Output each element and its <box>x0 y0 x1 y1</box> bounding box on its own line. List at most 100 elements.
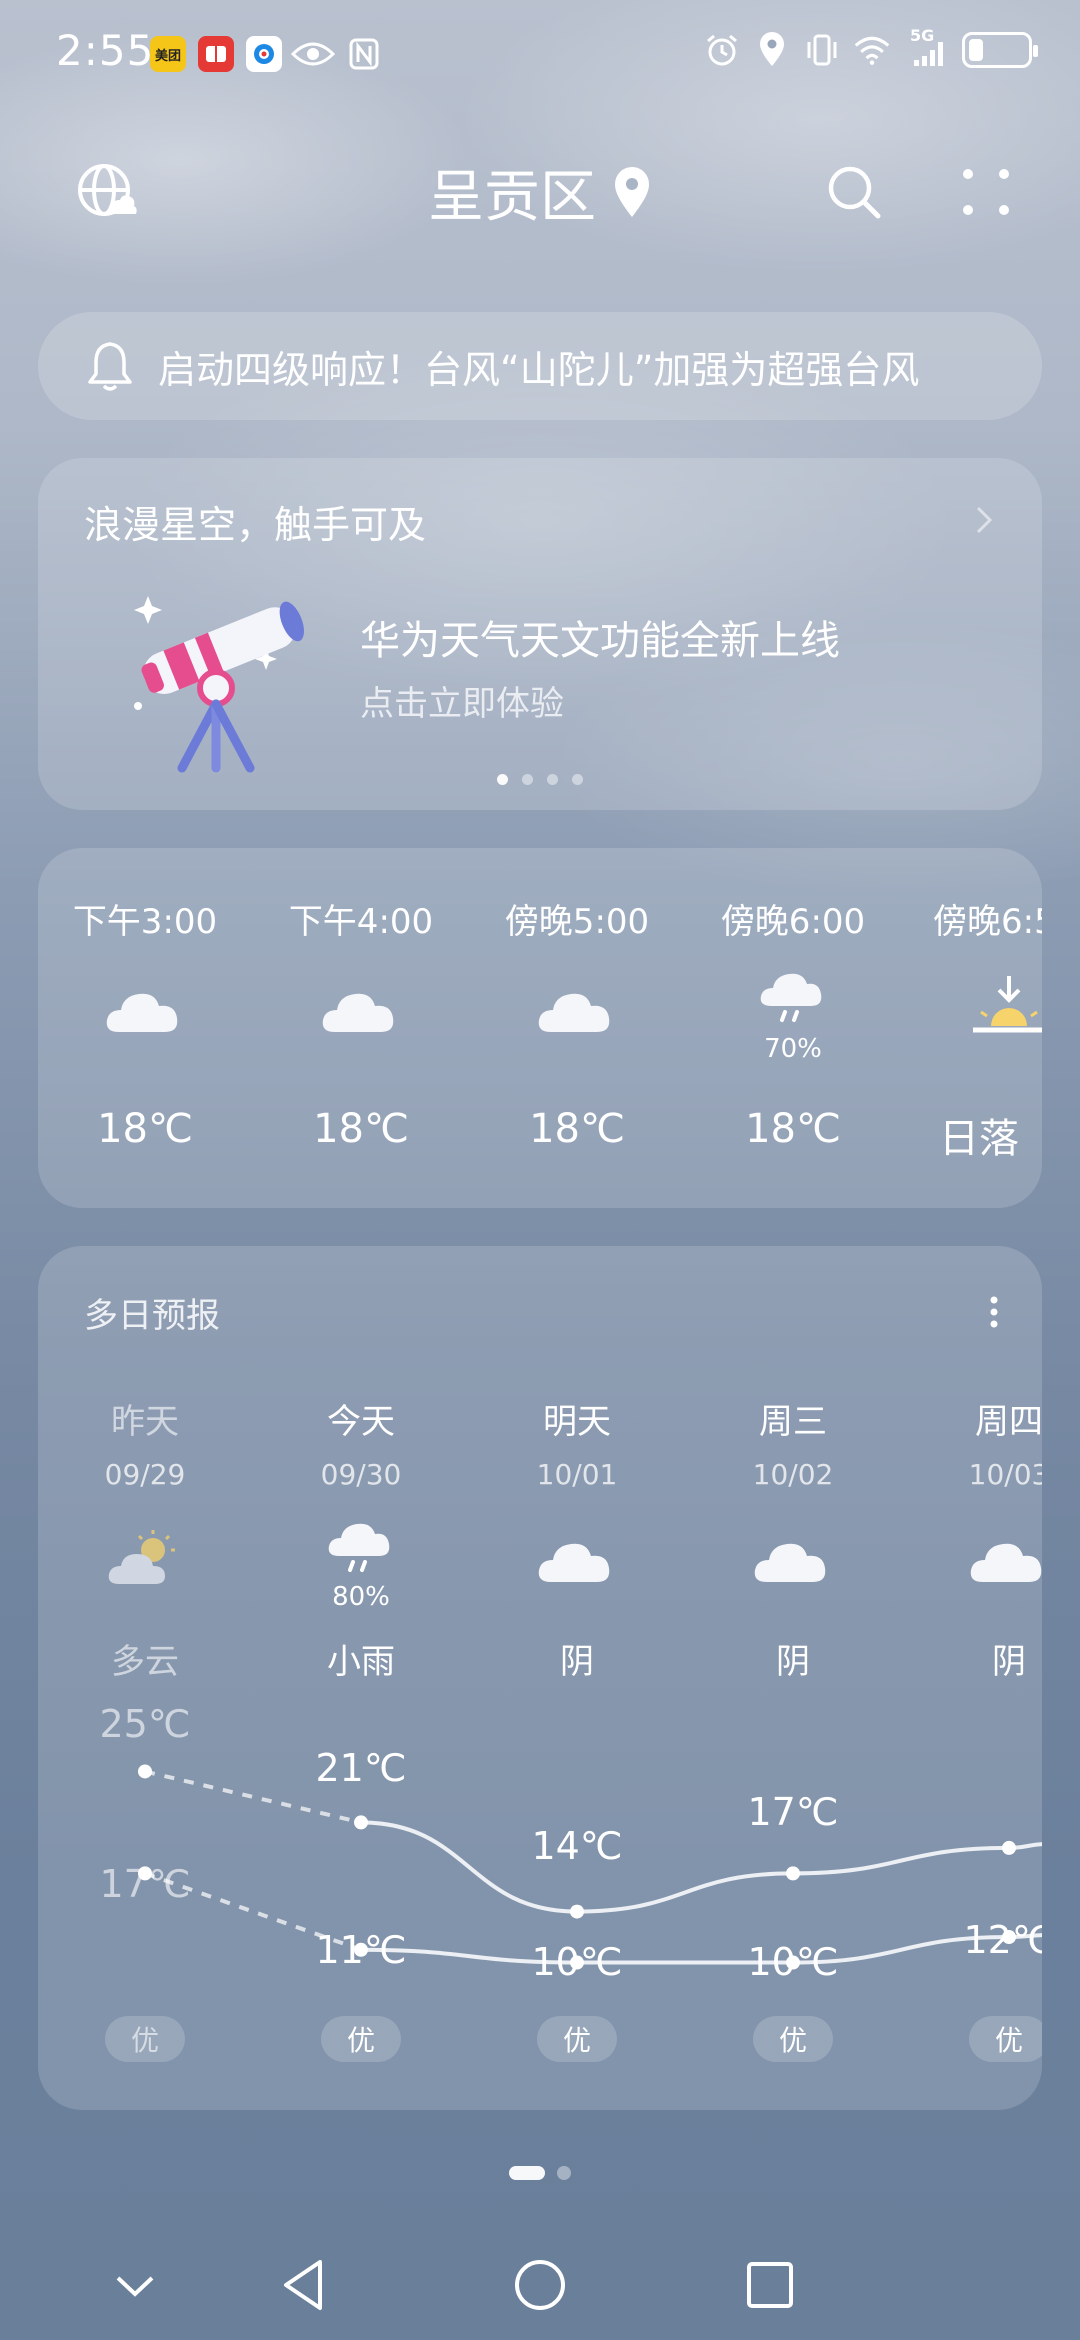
day-low-temp: 10℃ <box>531 1940 623 1984</box>
day-condition: 阴 <box>560 1642 594 1682</box>
aqi-badge: 优 <box>537 2016 617 2062</box>
day-date: 10/02 <box>752 1458 834 1491</box>
aqi-badge: 优 <box>969 2016 1042 2062</box>
day-high-temp: 14℃ <box>531 1824 623 1868</box>
hourly-forecast-card[interactable]: 下午3:00 18℃ 下午4:00 18℃ 傍晚5:00 18℃ 傍晚6:00 … <box>38 848 1042 1208</box>
home-icon[interactable] <box>505 2250 575 2320</box>
hour-time: 傍晚6:00 <box>720 902 866 942</box>
carousel-dots <box>38 774 1042 785</box>
aqi-badge: 优 <box>321 2016 401 2062</box>
status-time: 2:55 <box>56 26 155 75</box>
day-column[interactable]: 今天 09/30 80% 小雨 21℃ 11℃ 优 <box>261 1246 461 2110</box>
search-icon <box>828 166 881 219</box>
search-button[interactable] <box>824 162 884 222</box>
telescope-icon <box>134 596 304 773</box>
chevron-right-icon[interactable] <box>972 502 996 538</box>
alert-text: 启动四级响应！台风“山陀儿”加强为超强台风 <box>158 347 920 392</box>
cellular-signal-icon: 5G <box>904 26 948 70</box>
bell-icon <box>88 342 132 391</box>
hour-time: 傍晚6:5 <box>933 902 1042 942</box>
nfc-icon <box>346 36 382 72</box>
hour-temp: 18℃ <box>745 1106 841 1152</box>
day-name: 周三 <box>759 1402 827 1442</box>
hour-temp: 18℃ <box>313 1106 409 1152</box>
app-header: 呈贡区 <box>0 140 1080 240</box>
day-condition: 阴 <box>992 1642 1026 1682</box>
hour-time: 傍晚5:00 <box>504 902 650 942</box>
overcast-icon <box>754 1543 826 1582</box>
overcast-icon <box>970 1543 1042 1582</box>
overcast-icon <box>538 1543 610 1582</box>
day-low-temp: 11℃ <box>315 1928 407 1972</box>
sunset-label: 日落 <box>939 1116 1019 1162</box>
cloudy-icon <box>106 993 178 1032</box>
hour-time: 下午3:00 <box>72 902 218 942</box>
day-name: 周四 <box>975 1402 1042 1442</box>
more-menu-button[interactable] <box>956 162 1016 222</box>
day-condition: 阴 <box>776 1642 810 1682</box>
page-dot <box>557 2166 571 2180</box>
promo-title: 浪漫星空，触手可及 <box>84 503 427 547</box>
network-type: 5G <box>910 26 935 45</box>
cloudy-icon <box>322 993 394 1032</box>
carousel-dot <box>547 774 558 785</box>
day-condition: 多云 <box>111 1642 179 1682</box>
hour-precip-prob: 70% <box>764 1034 822 1064</box>
day-column[interactable]: 昨天 09/29 多云 25℃ 17℃ 优 <box>45 1246 245 2110</box>
hour-temp: 18℃ <box>529 1106 625 1152</box>
recents-icon[interactable] <box>735 2250 805 2320</box>
hour-time: 下午4:00 <box>288 902 434 942</box>
system-nav-bar <box>0 2230 1080 2340</box>
battery-icon <box>962 32 1038 68</box>
day-date: 09/29 <box>104 1458 186 1491</box>
location-status-icon <box>754 30 790 70</box>
day-name: 今天 <box>327 1402 395 1442</box>
page-indicator <box>0 2166 1080 2180</box>
aqi-badge: 优 <box>105 2016 185 2062</box>
city-title[interactable]: 呈贡区 <box>428 152 596 233</box>
day-low-temp: 17℃ <box>99 1862 191 1906</box>
day-condition: 小雨 <box>327 1642 395 1682</box>
day-name: 明天 <box>543 1402 611 1442</box>
alarm-icon <box>704 30 740 70</box>
weather-alert-banner[interactable]: 启动四级响应！台风“山陀儿”加强为超强台风 <box>38 312 1042 420</box>
day-high-temp: 25℃ <box>99 1702 191 1746</box>
carousel-dot <box>522 774 533 785</box>
day-date: 10/03 <box>968 1458 1042 1491</box>
browser-app-icon <box>246 36 282 72</box>
day-low-temp: 10℃ <box>747 1940 839 1984</box>
chevron-down-icon[interactable] <box>100 2250 170 2320</box>
carousel-dot <box>497 774 508 785</box>
day-date: 10/01 <box>536 1458 618 1491</box>
sunset-icon <box>973 976 1042 1033</box>
meituan-app-icon: 美团 <box>150 36 186 72</box>
eye-icon <box>290 36 336 72</box>
day-low-temp: 12℃ <box>963 1918 1042 1962</box>
status-bar: 2:55 美团 5G <box>0 0 1080 110</box>
day-high-temp: 21℃ <box>315 1746 407 1790</box>
day-name: 昨天 <box>111 1402 179 1442</box>
day-column[interactable]: 周三 10/02 阴 17℃ 10℃ 优 <box>693 1246 893 2110</box>
aqi-badge: 优 <box>753 2016 833 2062</box>
promo-subtitle: 点击立即体验 <box>360 684 564 724</box>
promo-headline: 华为天气天文功能全新上线 <box>360 618 840 664</box>
back-icon[interactable] <box>272 2250 342 2320</box>
vibrate-icon <box>804 30 840 70</box>
city-title-wrap[interactable]: 呈贡区 <box>0 152 1080 233</box>
carousel-dot <box>572 774 583 785</box>
day-column[interactable]: 明天 10/01 阴 14℃ 10℃ 优 <box>477 1246 677 2110</box>
day-column[interactable]: 周四 10/03 阴 12℃ 优 <box>909 1246 1042 2110</box>
location-pin-icon <box>615 166 649 217</box>
wifi-icon <box>854 30 890 70</box>
day-precip-prob: 80% <box>332 1582 390 1612</box>
day-high-temp: 17℃ <box>747 1790 839 1834</box>
more-dots-icon <box>963 169 1009 215</box>
partly-cloudy-icon <box>108 1530 175 1584</box>
page-dot-active <box>509 2166 545 2180</box>
cloudy-icon <box>538 993 610 1032</box>
daily-forecast-card[interactable]: 多日预报 昨天 09/29 多云 25℃ 17℃ 优 今天 09/30 80% … <box>38 1246 1042 2110</box>
notes-app-icon <box>198 36 234 72</box>
day-date: 09/30 <box>320 1458 402 1491</box>
promo-card[interactable]: 浪漫星空，触手可及 华为天气天文功能全新上线 点击立即体验 <box>38 458 1042 810</box>
hour-temp: 18℃ <box>97 1106 193 1152</box>
